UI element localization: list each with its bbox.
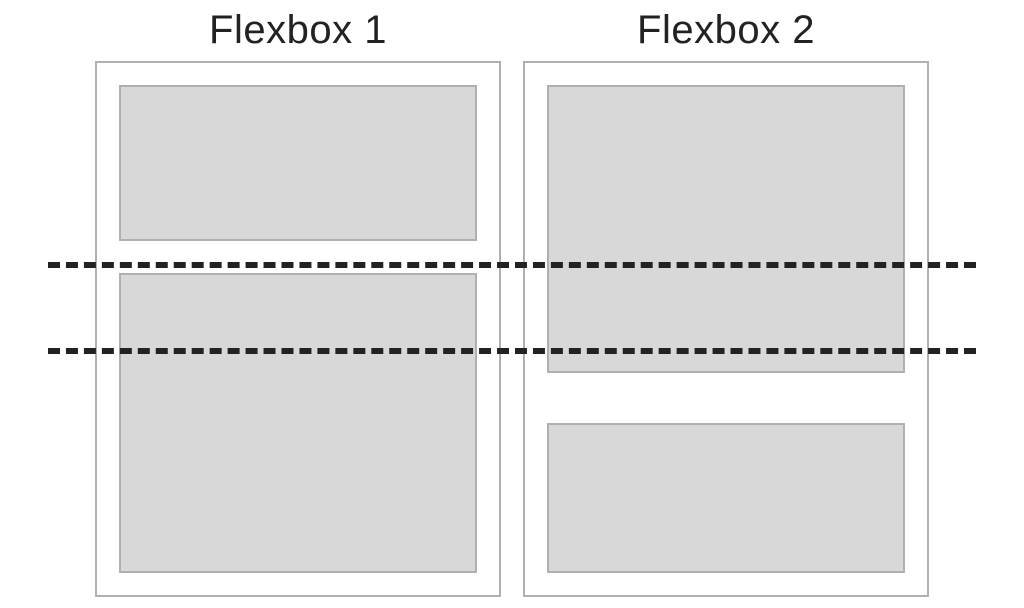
flexbox-1-item-bottom <box>119 273 477 573</box>
flexbox-2-item-bottom <box>547 423 905 573</box>
flexbox-1-outer <box>95 61 501 597</box>
flexbox-column-1: Flexbox 1 <box>95 8 501 588</box>
guide-line-upper <box>48 262 976 268</box>
flexbox-2-outer <box>523 61 929 597</box>
flexbox-2-item-top <box>547 85 905 373</box>
flexbox-diagram: Flexbox 1 Flexbox 2 <box>0 0 1024 608</box>
guide-line-lower <box>48 348 976 354</box>
flexbox-column-2: Flexbox 2 <box>523 8 929 588</box>
flexbox-1-title: Flexbox 1 <box>95 8 501 53</box>
flexbox-1-item-top <box>119 85 477 241</box>
flexbox-2-title: Flexbox 2 <box>523 8 929 53</box>
